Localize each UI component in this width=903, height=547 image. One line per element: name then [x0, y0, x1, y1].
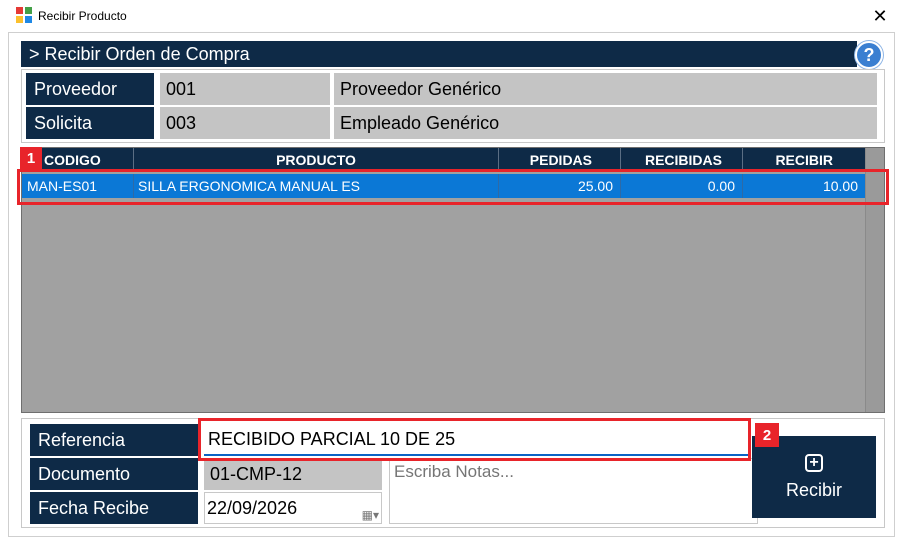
solicita-code-field: 003	[160, 107, 330, 139]
documento-label: Documento	[30, 458, 198, 490]
column-header-pedidas[interactable]: PEDIDAS	[499, 148, 621, 170]
column-header-recibir[interactable]: RECIBIR	[743, 148, 865, 170]
fecha-recibe-label: Fecha Recibe	[30, 492, 198, 524]
fecha-recibe-picker[interactable]: 22/09/2026 ▦▾	[204, 492, 382, 524]
annotation-marker-2: 2	[755, 423, 779, 447]
documento-field: 01-CMP-12	[204, 458, 382, 490]
title-bar: Recibir Producto ✕	[0, 0, 903, 32]
help-icon: ?	[863, 44, 875, 65]
proveedor-label: Proveedor	[26, 73, 154, 105]
window-title: Recibir Producto	[38, 9, 127, 23]
fecha-recibe-value: 22/09/2026	[207, 498, 298, 518]
annotation-highlight-referencia	[198, 418, 751, 461]
help-button[interactable]: ?	[855, 41, 883, 69]
app-logo-icon	[16, 7, 32, 23]
close-icon: ✕	[872, 5, 888, 26]
order-info-panel: Proveedor 001 Proveedor Genérico Solicit…	[21, 69, 885, 143]
dialog-body: > Recibir Orden de Compra ? Proveedor 00…	[8, 32, 895, 537]
recibir-button[interactable]: + Recibir	[752, 436, 876, 518]
grid-header: CODIGO PRODUCTO PEDIDAS RECIBIDAS RECIBI…	[22, 148, 865, 170]
solicita-name-field: Empleado Genérico	[334, 107, 877, 139]
calendar-dropdown-icon[interactable]: ▦▾	[362, 500, 379, 530]
section-header: > Recibir Orden de Compra	[21, 41, 857, 67]
annotation-highlight-row	[17, 169, 889, 205]
recibir-button-label: Recibir	[785, 479, 842, 500]
column-header-producto[interactable]: PRODUCTO	[134, 148, 499, 170]
solicita-label: Solicita	[26, 107, 154, 139]
close-button[interactable]: ✕	[857, 0, 903, 32]
proveedor-name-field: Proveedor Genérico	[334, 73, 877, 105]
proveedor-code-field: 001	[160, 73, 330, 105]
annotation-marker-1: 1	[20, 147, 42, 169]
notes-textarea[interactable]	[389, 458, 758, 524]
add-icon: +	[805, 453, 823, 472]
referencia-label: Referencia	[30, 424, 198, 456]
column-header-recibidas[interactable]: RECIBIDAS	[621, 148, 743, 170]
